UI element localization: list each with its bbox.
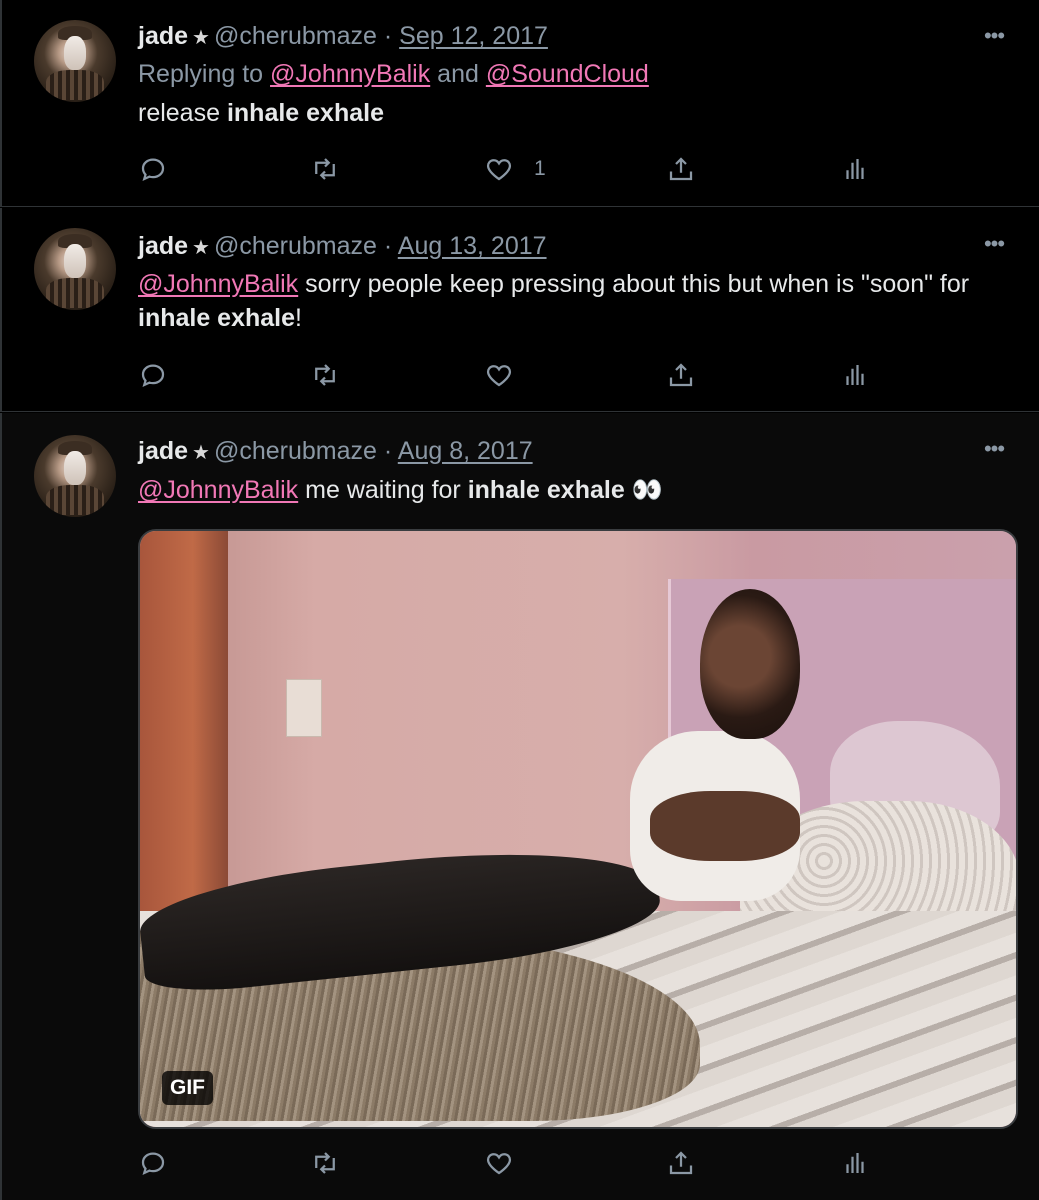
more-icon[interactable]: ••• [979, 438, 1009, 460]
tweet-text-bold: inhale exhale [138, 304, 296, 332]
reply-icon [141, 158, 165, 182]
separator: · [383, 22, 393, 50]
reply-button[interactable] [138, 1146, 168, 1180]
separator: · [383, 437, 393, 465]
tweet[interactable]: jade ★ @cherubmaze · Aug 13, 2017 ••• @Joh… [0, 208, 1039, 412]
gif-media[interactable]: GIF [138, 529, 1018, 1129]
analytics-button[interactable] [840, 152, 870, 186]
like-button[interactable]: 1 [484, 152, 546, 186]
reply-icon [141, 1152, 165, 1176]
eyes-emoji: 👀 [631, 476, 663, 504]
tweet-date[interactable]: Aug 8, 2017 [398, 437, 533, 465]
tweet-text: release inhale exhale [138, 96, 1018, 130]
timeline: jade ★ @cherubmaze · Sep 12, 2017 ••• Repl… [0, 0, 1039, 1200]
retweet-icon [315, 158, 335, 180]
share-icon [669, 363, 693, 387]
avatar[interactable] [34, 20, 116, 102]
action-bar [132, 1146, 882, 1180]
action-bar: 1 [132, 152, 882, 186]
tweet-header: jade ★ @cherubmaze · Aug 13, 2017 [138, 231, 547, 261]
share-button[interactable] [666, 152, 696, 186]
replying-conjunction: and [437, 60, 479, 88]
analytics-button[interactable] [840, 358, 870, 392]
reply-button[interactable] [138, 152, 168, 186]
tweet[interactable]: jade ★ @cherubmaze · Sep 12, 2017 ••• Repl… [0, 0, 1039, 207]
tweet-header: jade ★ @cherubmaze · Sep 12, 2017 [138, 21, 548, 51]
tweet-text-bold: inhale exhale [226, 99, 384, 127]
like-button[interactable] [484, 1146, 514, 1180]
heart-icon [486, 1153, 512, 1175]
mention-link[interactable]: @JohnnyBalik [270, 60, 430, 88]
tweet-date[interactable]: Sep 12, 2017 [399, 22, 548, 50]
tweet-text-plain: release [138, 99, 220, 127]
tweet-text-bold: inhale exhale [467, 476, 625, 504]
like-count: 1 [534, 157, 546, 180]
more-icon[interactable]: ••• [979, 25, 1009, 47]
analytics-button[interactable] [840, 1146, 870, 1180]
avatar[interactable] [34, 228, 116, 310]
retweet-button[interactable] [310, 358, 340, 392]
mention-link[interactable]: @JohnnyBalik [138, 476, 298, 504]
mention-link[interactable]: @SoundCloud [486, 60, 649, 88]
star-icon: ★ [192, 27, 210, 49]
star-icon: ★ [192, 442, 210, 464]
tweet-text-end: ! [295, 304, 302, 332]
tweet-text-plain: me waiting for [305, 476, 461, 504]
light-switch [286, 679, 322, 737]
mention-link[interactable]: @JohnnyBalik [138, 270, 298, 298]
heart-icon [486, 365, 512, 387]
action-bar [132, 358, 882, 392]
user-handle[interactable]: @cherubmaze [214, 437, 377, 465]
analytics-icon [846, 365, 864, 385]
user-handle[interactable]: @cherubmaze [214, 22, 377, 50]
avatar[interactable] [34, 435, 116, 517]
heart-icon [486, 159, 512, 181]
reply-icon [141, 364, 165, 388]
share-icon [669, 157, 693, 181]
separator: · [383, 232, 393, 260]
user-handle[interactable]: @cherubmaze [214, 232, 377, 260]
tweet-header: jade ★ @cherubmaze · Aug 8, 2017 [138, 436, 533, 466]
tweet-text: @JohnnyBalik sorry people keep pressing … [138, 267, 1018, 335]
replying-prefix: Replying to [138, 60, 264, 88]
like-button[interactable] [484, 358, 514, 392]
retweet-button[interactable] [310, 1146, 340, 1180]
share-button[interactable] [666, 1146, 696, 1180]
tweet-text-plain: sorry people keep pressing about this bu… [305, 270, 970, 298]
display-name[interactable]: jade [138, 232, 188, 260]
replying-to: Replying to @JohnnyBalik and @SoundCloud [138, 59, 649, 89]
tweet-text: @JohnnyBalik me waiting for inhale exhal… [138, 473, 1018, 507]
display-name[interactable]: jade [138, 22, 188, 50]
share-button[interactable] [666, 358, 696, 392]
share-icon [669, 1151, 693, 1175]
reply-button[interactable] [138, 358, 168, 392]
retweet-button[interactable] [310, 152, 340, 186]
more-icon[interactable]: ••• [979, 233, 1009, 255]
display-name[interactable]: jade [138, 437, 188, 465]
gif-badge: GIF [162, 1071, 213, 1105]
retweet-icon [315, 1152, 335, 1174]
retweet-icon [315, 364, 335, 386]
star-icon: ★ [192, 237, 210, 259]
analytics-icon [846, 159, 864, 179]
tweet[interactable]: jade ★ @cherubmaze · Aug 8, 2017 ••• @John… [0, 413, 1039, 1200]
tweet-date[interactable]: Aug 13, 2017 [398, 232, 547, 260]
analytics-icon [846, 1153, 864, 1173]
